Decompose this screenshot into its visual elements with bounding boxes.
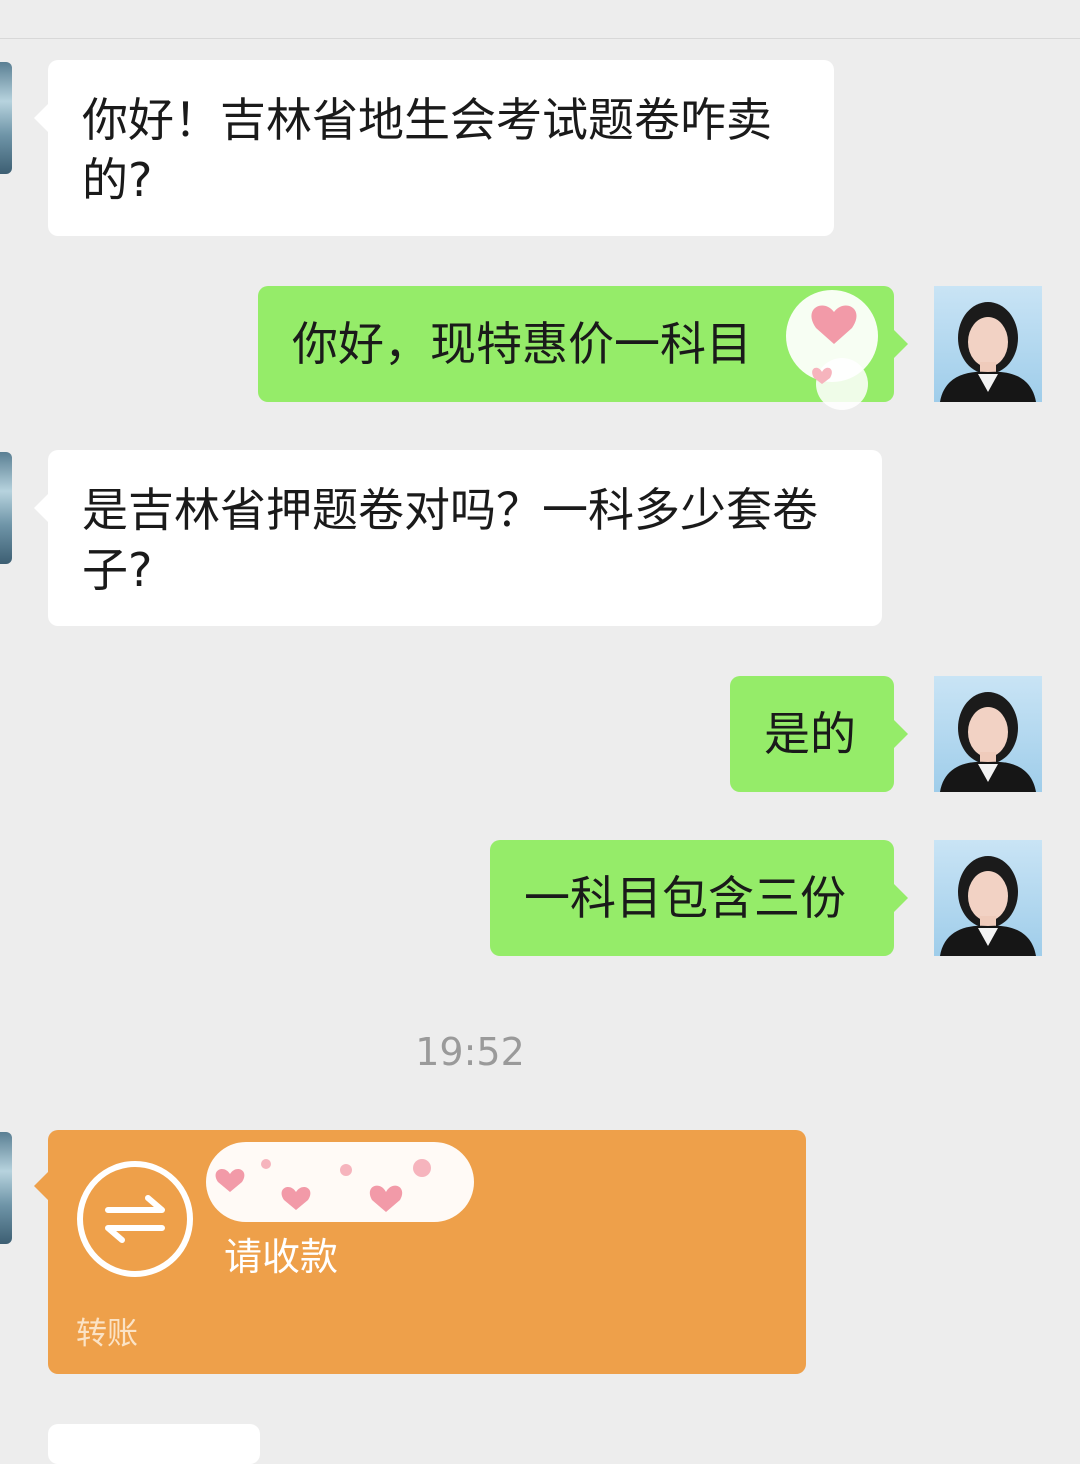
message-incoming[interactable]: 你好！吉林省地生会考试题卷咋卖的? — [34, 60, 834, 236]
transfer-label: 转账 — [76, 1316, 138, 1352]
heart-sticker — [206, 1142, 474, 1222]
message-text: 是吉林省押题卷对吗？一科多少套卷子? — [82, 483, 818, 597]
message-text: 你好！吉林省地生会考试题卷咋卖的? — [82, 93, 772, 207]
heart-sticker — [786, 290, 878, 410]
message-incoming[interactable]: 是吉林省押题卷对吗？一科多少套卷子? — [34, 450, 882, 626]
contact-avatar[interactable] — [0, 452, 12, 564]
message-outgoing[interactable]: 是的 — [730, 676, 908, 792]
message-text: 是的 — [764, 707, 856, 761]
contact-avatar[interactable] — [0, 1132, 12, 1244]
contact-avatar[interactable] — [0, 62, 12, 174]
message-incoming[interactable] — [48, 1424, 260, 1464]
transfer-arrows-icon — [77, 1161, 193, 1277]
message-outgoing[interactable]: 一科目包含三份 — [490, 840, 908, 956]
timestamp: 19:52 — [415, 1030, 525, 1074]
my-avatar[interactable] — [934, 676, 1042, 792]
my-avatar[interactable] — [934, 840, 1042, 956]
message-text: 一科目包含三份 — [524, 871, 846, 925]
header-divider — [0, 38, 1080, 39]
my-avatar[interactable] — [934, 286, 1042, 402]
transfer-note: 请收款 — [224, 1235, 339, 1279]
